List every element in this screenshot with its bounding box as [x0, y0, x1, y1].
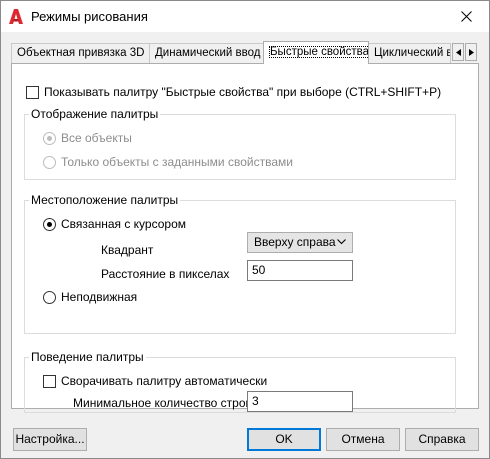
quadrant-value: Вверху справа [254, 235, 336, 249]
close-icon [460, 11, 472, 22]
min-rows-label: Минимальное количество строк [73, 396, 251, 410]
palette-behavior-title: Поведение палитры [29, 350, 146, 364]
tab-selection-cycling[interactable]: Циклический в [368, 43, 451, 64]
specified-objects-radio[interactable] [43, 156, 56, 169]
title-bar[interactable]: Режимы рисования [1, 1, 489, 32]
min-rows-input[interactable]: 3 [247, 391, 353, 412]
tab-strip: Объектная привязка 3D Динамический ввод … [11, 41, 479, 64]
fixed-label: Неподвижная [61, 290, 138, 304]
arrow-right-icon [468, 48, 474, 56]
dialog-client: Объектная привязка 3D Динамический ввод … [1, 32, 489, 458]
chevron-down-icon [337, 239, 346, 245]
distance-input[interactable]: 50 [247, 260, 353, 281]
palette-display-group: Отображение палитры Все объекты Только о… [24, 107, 456, 180]
palette-behavior-group: Поведение палитры Сворачивать палитру ав… [24, 350, 456, 413]
settings-button[interactable]: Настройка... [13, 428, 87, 451]
all-objects-label: Все объекты [61, 131, 132, 145]
ok-button[interactable]: OK [247, 428, 321, 451]
quadrant-dropdown[interactable]: Вверху справа [247, 232, 353, 253]
tab-scroll-right-button[interactable] [465, 43, 477, 61]
cursor-dependent-radio[interactable] [43, 218, 56, 231]
quadrant-label: Квадрант [101, 243, 154, 257]
dialog-window: Режимы рисования Объектная привязка 3D Д… [0, 0, 490, 459]
fixed-radio[interactable] [43, 291, 56, 304]
distance-label: Расстояние в пикселах [101, 267, 230, 281]
tab-quick-properties[interactable]: Быстрые свойства [263, 41, 369, 64]
quick-properties-panel: Показывать палитру "Быстрые свойства" пр… [11, 63, 479, 413]
collapse-label: Сворачивать палитру автоматически [61, 374, 268, 388]
palette-location-group: Местоположение палитры Связанная с курсо… [24, 193, 456, 334]
specified-objects-label: Только объекты с заданными свойствами [61, 155, 293, 169]
autocad-a-icon [9, 9, 23, 24]
tab-dynamic-input[interactable]: Динамический ввод [149, 43, 264, 64]
tab-3d-osnap[interactable]: Объектная привязка 3D [11, 43, 150, 64]
all-objects-radio[interactable] [43, 132, 56, 145]
cancel-button[interactable]: Отмена [326, 428, 400, 451]
tab-scroll-left-button[interactable] [452, 43, 464, 61]
arrow-left-icon [455, 48, 461, 56]
palette-display-title: Отображение палитры [29, 107, 161, 121]
show-palette-checkbox[interactable] [26, 86, 39, 99]
help-button[interactable]: Справка [405, 428, 479, 451]
collapse-checkbox[interactable] [43, 375, 56, 388]
window-title: Режимы рисования [31, 9, 148, 24]
close-button[interactable] [443, 1, 489, 32]
show-palette-label: Показывать палитру "Быстрые свойства" пр… [44, 85, 442, 99]
palette-location-title: Местоположение палитры [29, 193, 181, 207]
cursor-dependent-label: Связанная с курсором [61, 217, 187, 231]
